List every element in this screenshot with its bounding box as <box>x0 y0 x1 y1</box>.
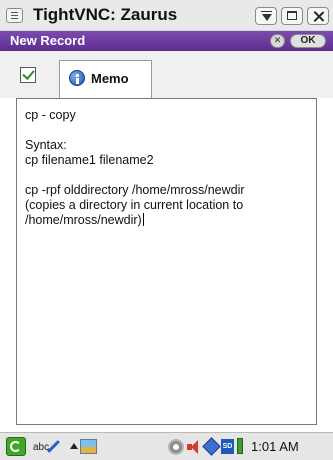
maximize-button[interactable] <box>281 7 303 25</box>
info-icon <box>69 70 85 86</box>
shade-button[interactable] <box>255 7 277 25</box>
clock[interactable]: 1:01 AM <box>251 439 299 454</box>
tab-bar <box>0 51 333 98</box>
tab-memo[interactable]: Memo <box>59 60 152 98</box>
sd-card-icon[interactable]: SD <box>221 439 234 454</box>
window-title: TightVNC: Zaurus <box>33 5 178 24</box>
app-title: New Record <box>10 33 86 48</box>
app-picture-icon[interactable] <box>80 439 97 454</box>
memo-textarea[interactable]: cp - copy Syntax: cp filename1 filename2… <box>16 98 317 425</box>
tab-checkbox[interactable] <box>20 67 36 83</box>
keyboard-input-label[interactable]: abc <box>33 442 49 453</box>
network-icon[interactable] <box>202 437 221 456</box>
memo-line: Syntax: <box>25 138 67 152</box>
memo-line: (copies a directory in current location … <box>25 198 244 212</box>
settings-gear-icon[interactable] <box>168 439 184 455</box>
memo-line: cp filename1 filename2 <box>25 153 154 167</box>
app-close-button[interactable]: ✕ <box>270 34 285 48</box>
memo-line: cp -rpf olddirectory /home/mross/newdir <box>25 183 245 197</box>
close-window-button[interactable] <box>307 7 329 25</box>
memo-line-last: /home/mross/newdir) <box>25 213 308 228</box>
battery-icon[interactable] <box>237 438 243 454</box>
vnc-window-titlebar: TightVNC: Zaurus <box>0 0 333 31</box>
memo-line: cp - copy <box>25 108 76 122</box>
memo-line <box>25 168 308 183</box>
input-method-up-icon[interactable] <box>70 443 78 449</box>
memo-line <box>25 123 308 138</box>
start-menu-icon[interactable] <box>6 437 26 456</box>
taskbar: abc SD 1:01 AM <box>0 432 333 460</box>
tab-memo-label: Memo <box>91 71 129 86</box>
volume-icon[interactable] <box>186 439 202 455</box>
window-controls <box>255 7 329 25</box>
ok-button[interactable]: OK <box>290 34 326 48</box>
window-menu-button[interactable] <box>6 8 23 23</box>
text-cursor <box>142 213 144 226</box>
app-titlebar: New Record ✕ OK <box>0 31 333 51</box>
memo-line-text: /home/mross/newdir) <box>25 213 142 227</box>
